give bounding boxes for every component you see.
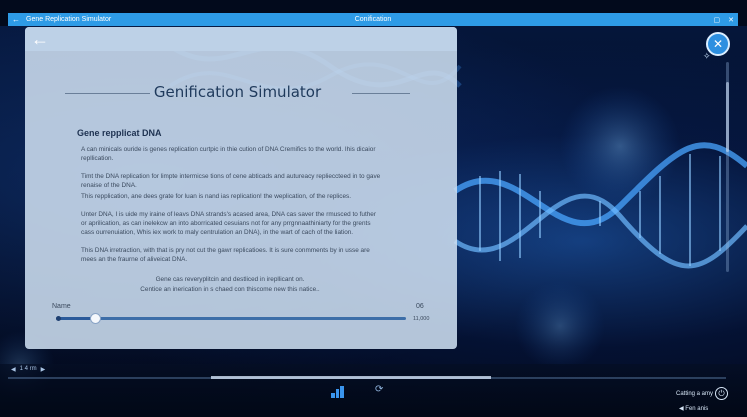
sub-label-text: Fen anis bbox=[685, 406, 709, 412]
centered-note: Gene cas reveryplitcin and destliced in … bbox=[155, 276, 305, 283]
next-icon[interactable]: ▶ bbox=[41, 366, 46, 373]
panel-header: ← bbox=[25, 27, 457, 51]
bottom-nav: ◀ 1 4 rm ▶ bbox=[11, 366, 45, 373]
window-close-icon[interactable]: ✕ bbox=[728, 16, 734, 24]
prev-icon[interactable]: ◀ bbox=[11, 366, 16, 373]
window-center-title: Conification bbox=[354, 16, 392, 23]
paragraph: This repplication, ane dees grate for lu… bbox=[81, 193, 351, 200]
section-title: Gene repplicat DNA bbox=[77, 128, 162, 138]
page-title: Genification Simulator bbox=[153, 83, 322, 101]
titlebar-back-icon[interactable]: ← bbox=[10, 15, 22, 24]
vertical-scrollbar[interactable] bbox=[726, 62, 729, 272]
maximize-icon[interactable]: ▢ bbox=[714, 16, 721, 24]
bar-chart-icon[interactable] bbox=[331, 386, 345, 398]
power-icon[interactable]: ⏻ bbox=[715, 387, 728, 400]
paragraph: A can minicals ouride is genes replicati… bbox=[81, 146, 376, 162]
slider-max-value: 11,000 bbox=[413, 316, 430, 322]
action-label: Catting a amy bbox=[676, 391, 714, 397]
simulator-panel: ← Genification Simulator Gene repplicat … bbox=[25, 27, 457, 349]
back-arrow-icon[interactable]: ← bbox=[31, 28, 49, 50]
slider-thumb[interactable] bbox=[89, 313, 101, 324]
refresh-icon[interactable]: ⟳ bbox=[375, 384, 383, 395]
window-controls: ▢ ✕ bbox=[714, 13, 735, 26]
slider-start-dot bbox=[56, 316, 61, 321]
slider-fill bbox=[56, 317, 95, 320]
slider-value: 06 bbox=[416, 303, 424, 310]
sparkle-icon: ✧ bbox=[703, 51, 711, 61]
bottom-toolbar bbox=[0, 364, 747, 417]
heading-divider-right bbox=[352, 93, 410, 94]
paragraph: Timt the DNA replication for limpte inte… bbox=[81, 173, 381, 189]
centered-note: Centice an inerication in s chaed con th… bbox=[140, 286, 320, 293]
window-titlebar: ← Gene Replication Simulator Conificatio… bbox=[8, 13, 738, 26]
horizontal-scrollbar-thumb[interactable] bbox=[211, 376, 491, 379]
paragraph: This DNA irretraction, with that is pry … bbox=[81, 247, 370, 263]
horizontal-scrollbar[interactable] bbox=[8, 376, 726, 379]
nav-label: 1 4 rm bbox=[19, 366, 37, 372]
slider-track[interactable] bbox=[56, 317, 406, 320]
slider-label: Name bbox=[52, 303, 71, 310]
sub-label: ◀ Fen anis bbox=[679, 406, 709, 412]
vertical-scrollbar-thumb[interactable] bbox=[726, 82, 729, 152]
app-title: Gene Replication Simulator bbox=[26, 16, 112, 23]
heading-block: Genification Simulator bbox=[65, 83, 410, 105]
paragraph: Unter DNA, I is uide my iraine of leavs … bbox=[81, 211, 376, 236]
